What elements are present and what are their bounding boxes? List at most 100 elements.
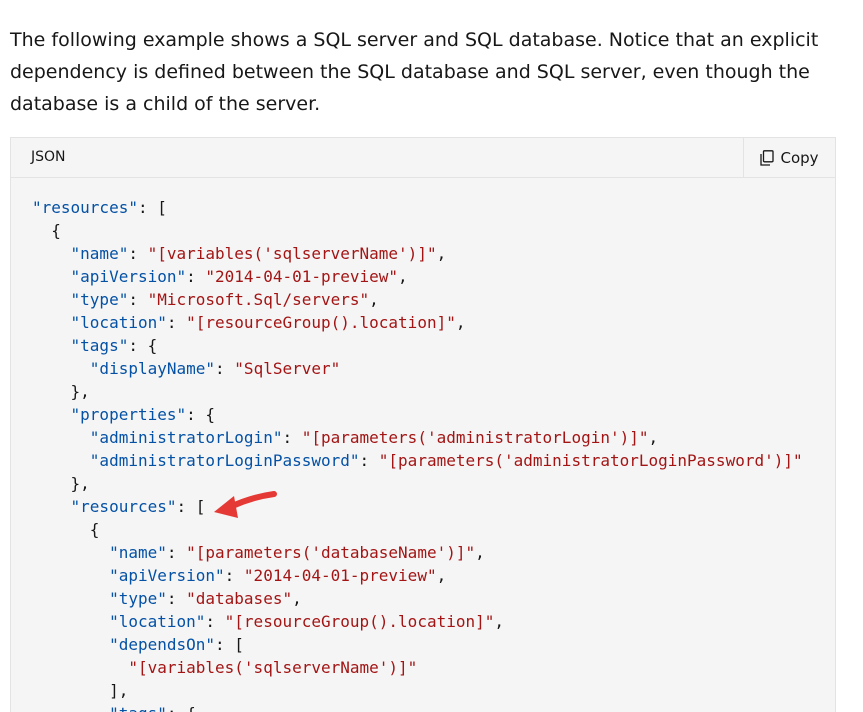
code-line: { [32, 219, 803, 242]
code-string: "SqlServer" [234, 359, 341, 378]
code-line: "resources": [ [32, 495, 803, 518]
code-key: "resources" [70, 497, 177, 516]
code-punctuation: : { [186, 405, 216, 424]
code-punctuation: { [32, 221, 61, 240]
code-line: "type": "Microsoft.Sql/servers", [32, 288, 803, 311]
code-header: JSON Copy [11, 138, 835, 178]
code-punctuation [32, 543, 109, 562]
code-content: "resources": [ { "name": "[variables('sq… [32, 196, 803, 712]
code-string: "[parameters('administratorLoginPassword… [378, 451, 803, 470]
code-punctuation: : [ [137, 198, 167, 217]
code-key: "type" [109, 589, 167, 608]
code-key: "tags" [70, 336, 129, 355]
intro-paragraph: The following example shows a SQL server… [10, 29, 819, 115]
code-punctuation: : [282, 428, 302, 447]
code-block: JSON Copy "resources": [ { "name": "[var… [10, 137, 836, 712]
code-punctuation: , [475, 543, 485, 562]
code-line: "properties": { [32, 403, 803, 426]
code-string: "[variables('sqlserverName')]" [147, 244, 437, 263]
code-punctuation: ], [32, 681, 129, 700]
code-punctuation [32, 313, 71, 332]
code-punctuation: : [205, 612, 225, 631]
code-key: "apiVersion" [109, 566, 225, 585]
code-line: "location": "[resourceGroup().location]"… [32, 610, 803, 633]
code-punctuation: : [ [176, 497, 206, 516]
code-punctuation: : [128, 290, 148, 309]
code-punctuation [32, 428, 90, 447]
red-arrow-annotation [214, 491, 277, 518]
code-punctuation: , [398, 267, 408, 286]
code-punctuation: : [128, 244, 148, 263]
code-punctuation: { [32, 520, 100, 539]
code-line: "[variables('sqlserverName')]" [32, 656, 803, 679]
code-key: "displayName" [89, 359, 216, 378]
code-line: "tags": { [32, 702, 803, 712]
code-string: "2014-04-01-preview" [205, 267, 399, 286]
code-line: "dependsOn": [ [32, 633, 803, 656]
code-key: "apiVersion" [70, 267, 187, 286]
code-line: "displayName": "SqlServer" [32, 357, 803, 380]
code-punctuation: : [166, 313, 187, 332]
code-line: "apiVersion": "2014-04-01-preview", [32, 564, 803, 587]
code-key: "dependsOn" [109, 635, 216, 654]
code-punctuation [32, 290, 71, 309]
code-punctuation: }, [32, 474, 90, 493]
code-punctuation: : [359, 451, 379, 470]
code-key: "resources" [32, 198, 138, 217]
code-punctuation: , [494, 612, 505, 631]
code-line: "name": "[variables('sqlserverName')]", [32, 242, 803, 265]
code-punctuation [32, 566, 109, 585]
code-key: "administratorLoginPassword" [89, 451, 360, 470]
code-key: "name" [109, 543, 167, 562]
copy-label: Copy [780, 148, 819, 167]
code-line: "location": "[resourceGroup().location]"… [32, 311, 803, 334]
code-line: "administratorLoginPassword": "[paramete… [32, 449, 803, 472]
code-punctuation: : [166, 589, 187, 608]
code-punctuation: , [648, 428, 659, 447]
code-line: { [32, 518, 803, 541]
code-key: "location" [109, 612, 206, 631]
code-punctuation [32, 336, 71, 355]
code-punctuation: : [166, 543, 187, 562]
code-punctuation: , [369, 290, 379, 309]
code-line: }, [32, 380, 803, 403]
code-line: "tags": { [32, 334, 803, 357]
code-punctuation: , [436, 566, 447, 585]
code-punctuation [32, 589, 109, 608]
code-punctuation: : [215, 359, 235, 378]
code-punctuation [32, 405, 71, 424]
code-line: "type": "databases", [32, 587, 803, 610]
code-punctuation: : [ [215, 635, 244, 654]
code-language-label: JSON [31, 149, 66, 165]
code-punctuation: : { [167, 704, 196, 712]
code-punctuation [32, 359, 90, 378]
code-punctuation [32, 244, 71, 263]
code-punctuation [32, 704, 109, 712]
code-line: "name": "[parameters('databaseName')]", [32, 541, 803, 564]
code-key: "name" [70, 244, 129, 263]
code-string: "2014-04-01-preview" [243, 566, 437, 585]
code-punctuation [32, 497, 71, 516]
code-punctuation [32, 612, 109, 631]
code-line: }, [32, 472, 803, 495]
code-key: "location" [70, 313, 167, 332]
code-key: "properties" [70, 405, 187, 424]
code-line: "apiVersion": "2014-04-01-preview", [32, 265, 803, 288]
code-punctuation [32, 451, 90, 470]
code-string: "databases" [186, 589, 293, 608]
code-string: "Microsoft.Sql/servers" [147, 290, 370, 309]
code-string: "[variables('sqlserverName')]" [128, 658, 418, 677]
code-punctuation: , [455, 313, 466, 332]
code-string: "[resourceGroup().location]" [224, 612, 495, 631]
code-punctuation: : [224, 566, 244, 585]
code-punctuation: }, [32, 382, 90, 401]
code-punctuation [32, 658, 128, 677]
code-key: "administratorLogin" [89, 428, 283, 447]
code-line: ], [32, 679, 803, 702]
code-string: "[resourceGroup().location]" [186, 313, 456, 332]
code-string: "[parameters('administratorLogin')]" [301, 428, 649, 447]
code-line: "administratorLogin": "[parameters('admi… [32, 426, 803, 449]
copy-button[interactable]: Copy [743, 138, 835, 177]
code-punctuation: , [436, 244, 447, 263]
code-key: "type" [70, 290, 129, 309]
